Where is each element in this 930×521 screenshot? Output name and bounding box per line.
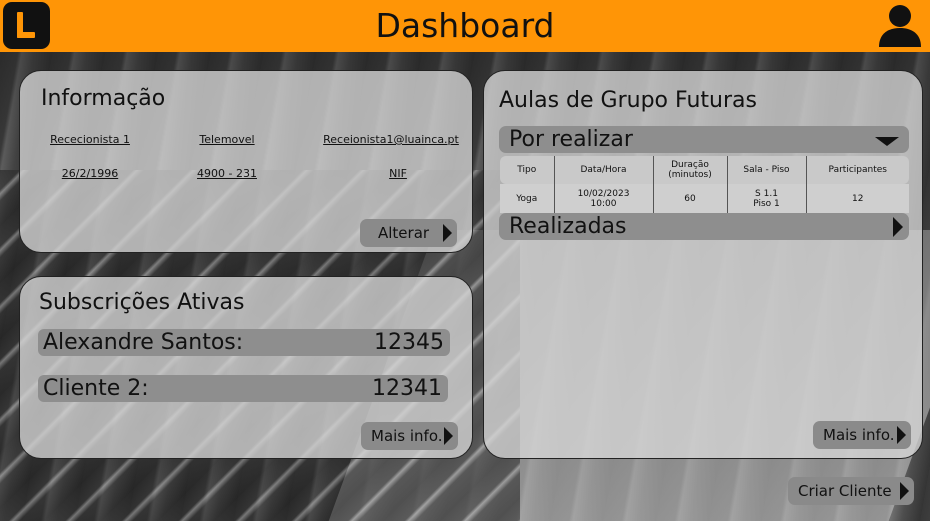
table-header-row: Tipo Data/Hora Duração (minutos) Sala - … xyxy=(500,156,909,184)
chevron-right-icon xyxy=(900,482,909,500)
info-nif: NIF xyxy=(389,167,407,180)
info-email: Receionista1@luainca.pt xyxy=(323,133,459,146)
subscriptions-panel-title: Subscrições Ativas xyxy=(39,290,245,315)
class-time: 10:00 xyxy=(590,198,617,209)
create-client-label: Criar Cliente xyxy=(798,482,892,500)
class-room: S 1.1 Piso 1 xyxy=(726,184,806,213)
edit-info-button[interactable]: Alterar xyxy=(360,219,457,247)
classes-more-info-button[interactable]: Mais info. xyxy=(813,421,911,449)
class-type: Yoga xyxy=(500,184,554,213)
column-header-duration: Duração (minutos) xyxy=(652,156,727,184)
column-header-type: Tipo xyxy=(500,156,554,184)
class-floor: Piso 1 xyxy=(753,198,780,209)
class-participants: 12 xyxy=(805,184,909,213)
column-header-datetime: Data/Hora xyxy=(553,156,653,184)
completed-classes-label: Realizadas xyxy=(509,214,627,239)
chevron-right-icon xyxy=(444,427,453,445)
info-birthdate: 26/2/1996 xyxy=(61,167,119,180)
subscription-client-name: Cliente 2: xyxy=(43,376,149,401)
edit-info-button-label: Alterar xyxy=(378,224,430,242)
subscriptions-more-info-button[interactable]: Mais info. xyxy=(361,422,458,450)
info-panel-title: Informação xyxy=(41,86,166,111)
chevron-right-icon xyxy=(893,217,903,237)
create-client-button[interactable]: Criar Cliente xyxy=(788,477,914,505)
subscription-number: 12345 xyxy=(374,330,444,355)
subscription-row[interactable]: Cliente 2: 12341 xyxy=(38,375,448,402)
page-title: Dashboard xyxy=(375,6,555,45)
info-panel: Informação Rececionista 1 Telemovel Rece… xyxy=(19,70,473,253)
classes-more-info-label: Mais info. xyxy=(823,426,895,444)
class-datetime: 10/02/2023 10:00 xyxy=(553,184,653,213)
info-name: Rececionista 1 xyxy=(50,133,130,146)
info-postal-code: 4900 - 231 xyxy=(197,167,257,180)
column-header-room: Sala - Piso xyxy=(726,156,806,184)
pending-classes-label: Por realizar xyxy=(509,127,633,152)
chevron-right-icon xyxy=(443,224,452,242)
column-header-participants: Participantes xyxy=(805,156,909,184)
table-row[interactable]: Yoga 10/02/2023 10:00 60 S 1.1 Piso 1 12 xyxy=(500,184,909,213)
info-phone-label: Telemovel xyxy=(199,133,255,146)
subscription-row[interactable]: Alexandre Santos: 12345 xyxy=(38,329,450,356)
chevron-right-icon xyxy=(897,426,906,444)
top-bar: Dashboard xyxy=(0,0,930,52)
completed-classes-toggle[interactable]: Realizadas xyxy=(499,213,909,240)
class-duration: 60 xyxy=(652,184,727,213)
subscription-number: 12341 xyxy=(372,376,442,401)
chevron-down-icon xyxy=(875,137,899,146)
pending-classes-toggle[interactable]: Por realizar xyxy=(499,126,909,153)
class-date: 10/02/2023 xyxy=(577,188,630,199)
subscription-client-name: Alexandre Santos: xyxy=(43,330,244,355)
user-icon[interactable] xyxy=(876,3,924,49)
classes-table: Tipo Data/Hora Duração (minutos) Sala - … xyxy=(500,156,909,213)
class-room-number: S 1.1 xyxy=(755,188,778,199)
subscriptions-panel: Subscrições Ativas Alexandre Santos: 123… xyxy=(19,276,473,459)
group-classes-panel-title: Aulas de Grupo Futuras xyxy=(499,88,757,113)
subscriptions-more-info-label: Mais info. xyxy=(371,427,443,445)
